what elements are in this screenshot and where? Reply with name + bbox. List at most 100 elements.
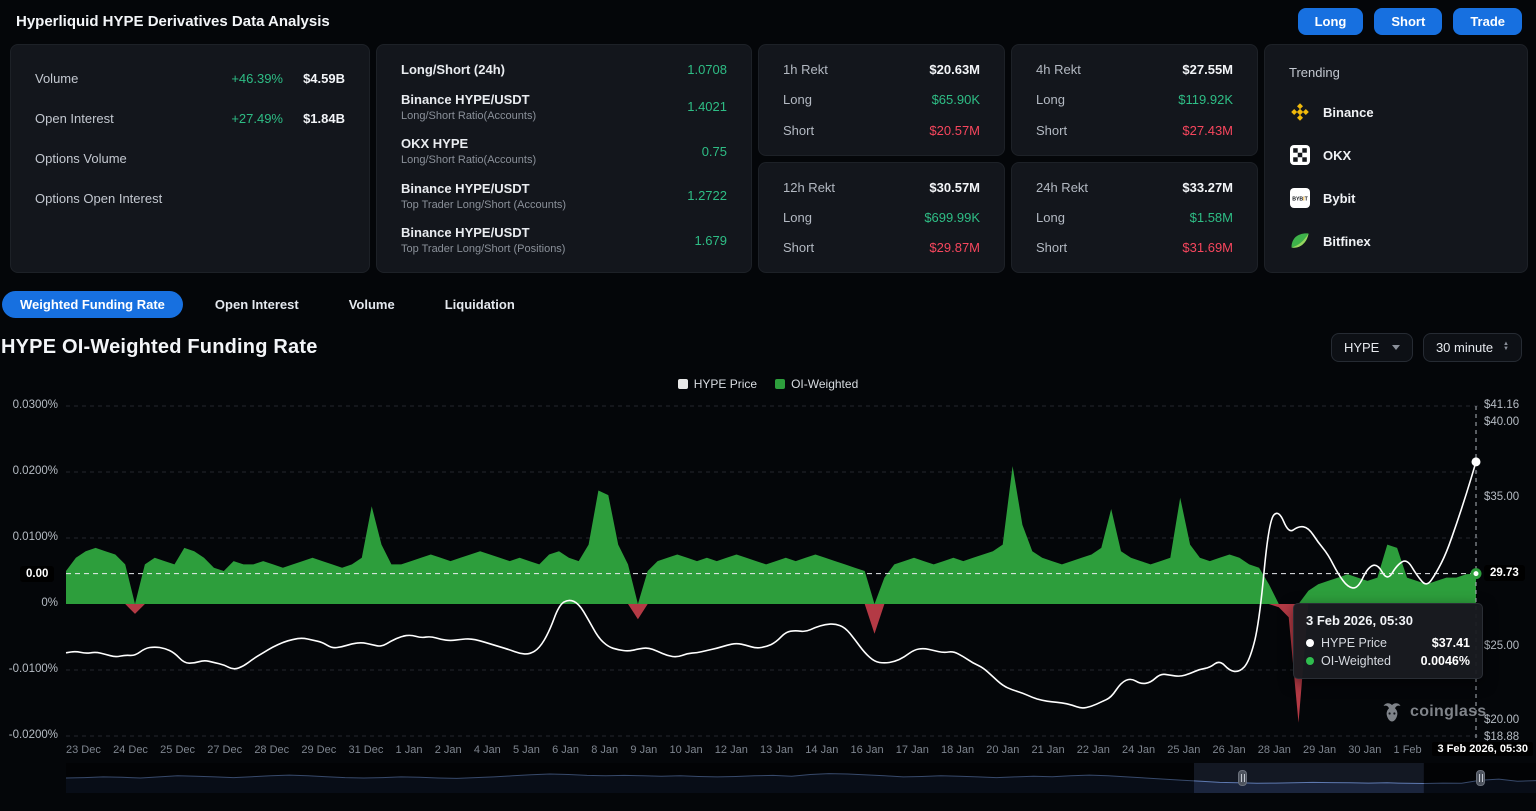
tooltip-series-dot [1306, 657, 1314, 665]
navigator-left-handle[interactable] [1238, 770, 1247, 786]
stat-row: Volume+46.39%$4.59B [35, 71, 345, 86]
legend-item-oi-weighted[interactable]: OI-Weighted [775, 377, 858, 391]
stat-change: +46.39% [213, 71, 283, 86]
svg-text:BYBIT: BYBIT [1292, 197, 1308, 203]
ratio-titles: OKX HYPELong/Short Ratio(Accounts) [401, 136, 702, 166]
trending-exchange-name: Bitfinex [1323, 234, 1371, 249]
ratio-value: 1.0708 [687, 62, 727, 77]
rekt-short-value: $29.87M [929, 240, 980, 255]
tooltip-row: OI-Weighted 0.0046% [1306, 654, 1470, 668]
tooltip-series-value: 0.0046% [1421, 654, 1470, 668]
trending-card: Trending BinanceOKXBYBITBybitBitfinex [1264, 44, 1528, 273]
funding-axis-tick: 0.0100% [0, 531, 58, 543]
stat-row: Open Interest+27.49%$1.84B [35, 111, 345, 126]
legend-swatch [678, 379, 688, 389]
x-axis-tick: 31 Dec [348, 744, 383, 756]
tab-liquidation[interactable]: Liquidation [427, 291, 533, 318]
rekt-cards-grid: 1h Rekt$20.63MLong$65.90KShort$20.57M4h … [758, 44, 1258, 273]
tooltip-row: HYPE Price$37.41 [1306, 636, 1470, 650]
oi-weighted-area-negative [66, 604, 1476, 723]
x-axis-tick: 9 Jan [630, 744, 657, 756]
rekt-total-value: $33.27M [1182, 180, 1233, 195]
rekt-long-value: $1.58M [1190, 210, 1233, 225]
x-axis-tick: 25 Jan [1167, 744, 1200, 756]
funding-axis-tick: 0.0300% [0, 399, 58, 411]
tooltip-timestamp: 3 Feb 2026, 05:30 [1306, 613, 1470, 628]
navigator-right-handle[interactable] [1476, 770, 1485, 786]
rekt-title: 12h Rekt [783, 180, 835, 195]
trending-item-bybit[interactable]: BYBIT Bybit [1289, 187, 1503, 209]
tooltip-series-label: OI-Weighted [1321, 654, 1414, 668]
long-button[interactable]: Long [1298, 8, 1364, 35]
ratio-titles: Long/Short (24h) [401, 62, 687, 77]
rekt-long-label: Long [1036, 92, 1065, 107]
rekt-title: 4h Rekt [1036, 62, 1081, 77]
x-axis-tick: 4 Jan [474, 744, 501, 756]
short-button[interactable]: Short [1374, 8, 1442, 35]
x-axis-tick: 26 Jan [1213, 744, 1246, 756]
rekt-total-value: $20.63M [929, 62, 980, 77]
x-axis-tick: 28 Jan [1258, 744, 1291, 756]
funding-rate-chart-canvas[interactable] [0, 396, 1536, 796]
ratio-subtitle: Top Trader Long/Short (Accounts) [401, 199, 687, 211]
x-axis-tick: 10 Jan [670, 744, 703, 756]
trending-exchange-name: Bybit [1323, 191, 1356, 206]
x-axis-tick: 17 Jan [896, 744, 929, 756]
rekt-short-label: Short [1036, 240, 1067, 255]
trending-item-binance[interactable]: Binance [1289, 101, 1503, 123]
symbol-select-value: HYPE [1344, 340, 1379, 355]
tooltip-series-dot [1306, 639, 1314, 647]
ratio-subtitle: Top Trader Long/Short (Positions) [401, 243, 694, 255]
ratio-subtitle: Long/Short Ratio(Accounts) [401, 110, 687, 122]
ratio-value: 0.75 [702, 144, 727, 159]
up-down-stepper-icon: ▲▼ [1503, 342, 1509, 352]
price-axis-tick: $25.00 [1484, 640, 1519, 652]
rekt-short-row: Short$27.43M [1036, 123, 1233, 138]
x-axis-tick: 24 Jan [1122, 744, 1155, 756]
trending-list: Binance OKX BYBIT Bybit Bitfinex [1289, 101, 1503, 252]
funding-axis-tick: 0% [0, 597, 58, 609]
rekt-short-row: Short$29.87M [783, 240, 980, 255]
x-axis-tick: 30 Jan [1348, 744, 1381, 756]
trending-exchange-name: Binance [1323, 105, 1374, 120]
funding-zero-badge: 0.00 [20, 566, 54, 582]
legend-item-hype-price[interactable]: HYPE Price [678, 377, 757, 391]
interval-select[interactable]: 30 minute ▲▼ [1423, 333, 1522, 362]
rekt-total-value: $30.57M [929, 180, 980, 195]
chart-controls: HYPE 30 minute ▲▼ [1331, 333, 1522, 362]
trade-button[interactable]: Trade [1453, 8, 1522, 35]
long-short-ratios-card: Long/Short (24h)1.0708Binance HYPE/USDTL… [376, 44, 752, 273]
navigator-selected-window[interactable] [1194, 763, 1424, 793]
ratio-title: Binance HYPE/USDT [401, 225, 694, 240]
tab-open-interest[interactable]: Open Interest [197, 291, 317, 318]
rekt-short-label: Short [783, 123, 814, 138]
rekt-short-row: Short$20.57M [783, 123, 980, 138]
x-axis-tick: 1 Jan [396, 744, 423, 756]
coinglass-wordmark: coinglass [1410, 703, 1487, 721]
symbol-select[interactable]: HYPE [1331, 333, 1413, 362]
volume-stats-card: Volume+46.39%$4.59B Open Interest+27.49%$… [10, 44, 370, 273]
x-axis-tick: 12 Jan [715, 744, 748, 756]
rekt-title: 1h Rekt [783, 62, 828, 77]
hyperliquid-derivatives-dashboard: Hyperliquid HYPE Derivatives Data Analys… [0, 0, 1536, 811]
funding-axis-tick: -0.0200% [0, 729, 58, 741]
rekt-total-value: $27.55M [1182, 62, 1233, 77]
rekt-short-row: Short$31.69M [1036, 240, 1233, 255]
rekt-total-row: 1h Rekt $20.63M [783, 62, 980, 77]
rekt-card: 12h Rekt$30.57MLong$699.99KShort$29.87M [758, 162, 1005, 274]
ratio-title: OKX HYPE [401, 136, 702, 151]
x-axis-tick: 25 Dec [160, 744, 195, 756]
tab-weighted-funding-rate[interactable]: Weighted Funding Rate [2, 291, 183, 318]
trending-item-bitfinex[interactable]: Bitfinex [1289, 230, 1503, 252]
rekt-title: 24h Rekt [1036, 180, 1088, 195]
tab-volume[interactable]: Volume [331, 291, 413, 318]
price-axis-tick: $40.00 [1484, 416, 1519, 428]
ratio-row: Binance HYPE/USDTTop Trader Long/Short (… [401, 181, 727, 211]
x-axis-tick: 21 Jan [1032, 744, 1065, 756]
crosshair-date-label: 3 Feb 2026, 05:30 [1432, 742, 1533, 756]
rekt-total-row: 24h Rekt $33.27M [1036, 180, 1233, 195]
trending-item-okx[interactable]: OKX [1289, 144, 1503, 166]
ratio-titles: Binance HYPE/USDT Top Trader Long/Short (… [401, 225, 694, 255]
coinglass-watermark: coinglass [1381, 701, 1487, 723]
ratio-title: Binance HYPE/USDT [401, 92, 687, 107]
